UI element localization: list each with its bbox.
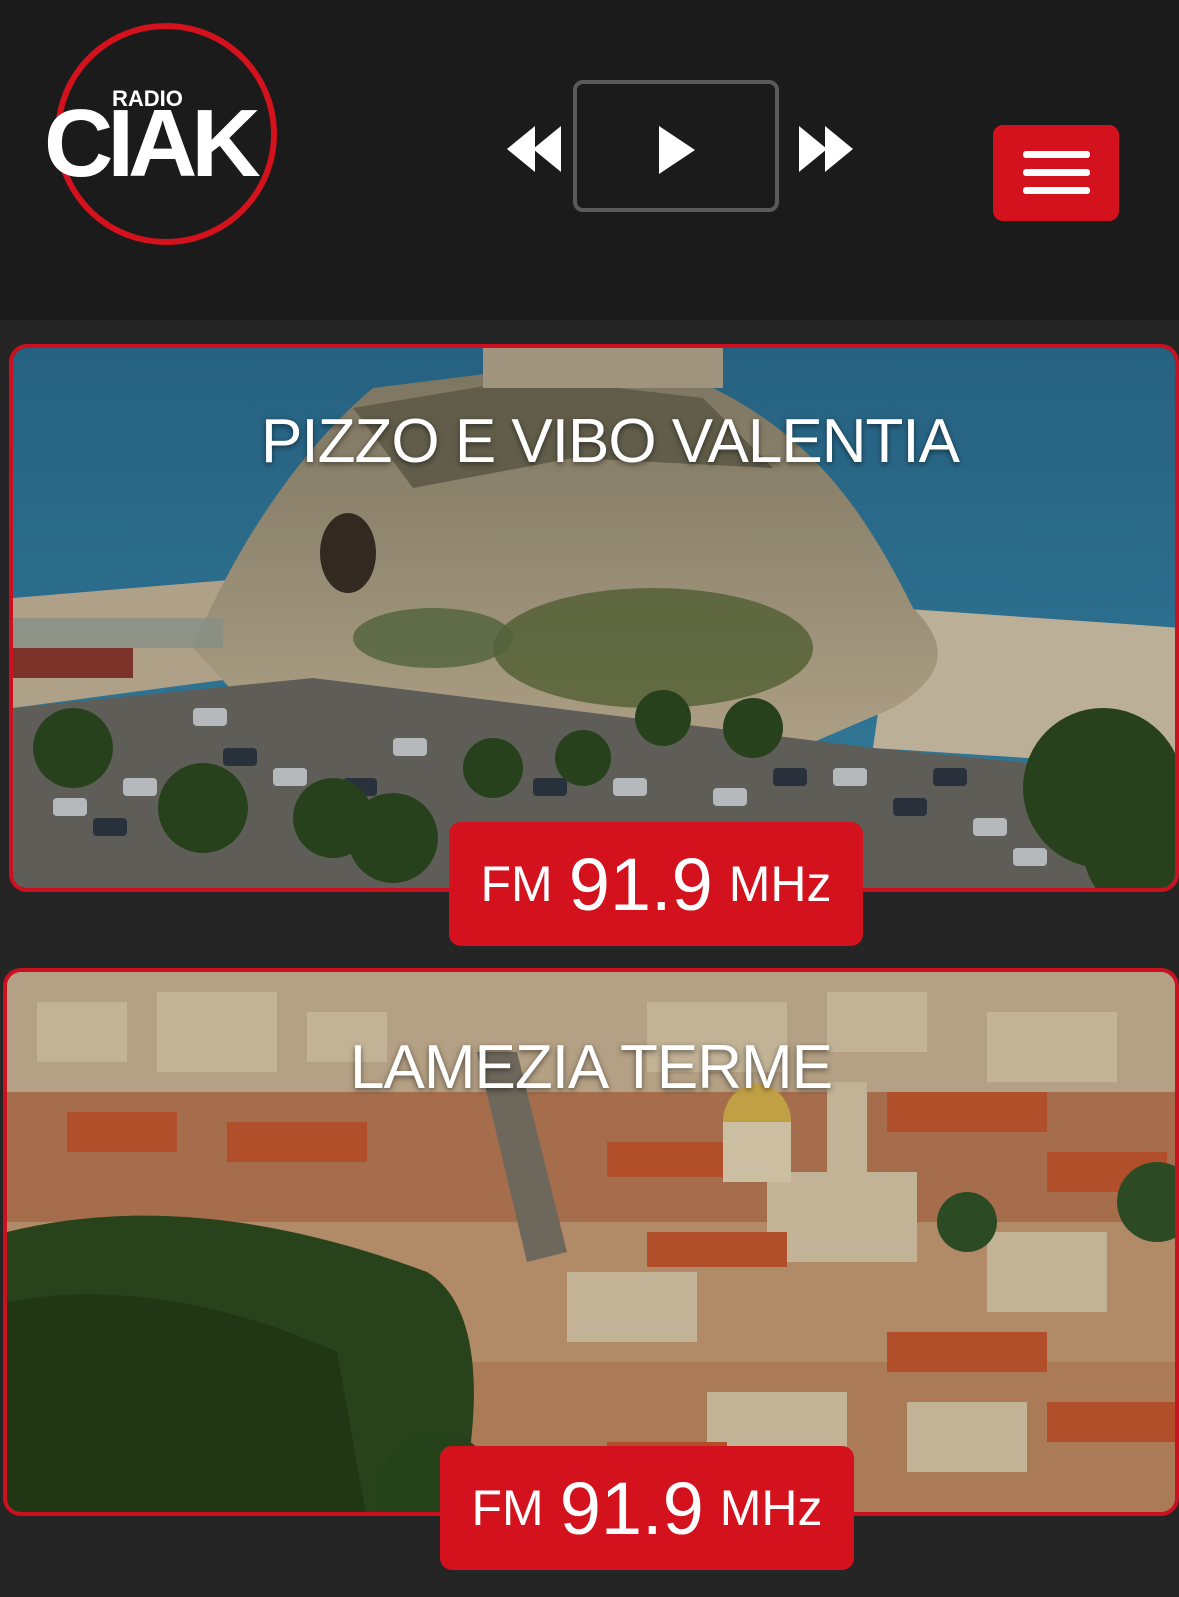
play-button[interactable]: [573, 80, 779, 212]
play-icon: [659, 126, 695, 174]
rewind-icon: [507, 126, 561, 172]
station-name: LAMEZIA TERME: [350, 1033, 833, 1102]
frequency-band: FM: [480, 856, 553, 912]
logo-text-big: CIAK: [44, 90, 260, 197]
menu-button[interactable]: [993, 125, 1119, 221]
next-button[interactable]: [795, 118, 855, 180]
app-header: RADIO CIAK: [0, 0, 1179, 320]
fast-forward-icon: [799, 126, 853, 172]
station-card-pizzo-vibo-valentia[interactable]: PIZZO E VIBO VALENTIA: [9, 344, 1179, 892]
frequency-value: 91.9: [559, 1466, 704, 1550]
frequency-unit: MHz: [728, 856, 832, 912]
station-card-lamezia-terme[interactable]: LAMEZIA TERME: [3, 968, 1179, 1516]
frequency-badge[interactable]: FM 91.9 MHz: [440, 1446, 854, 1570]
frequency-badge[interactable]: FM 91.9 MHz: [449, 822, 863, 946]
frequency-band: FM: [471, 1480, 544, 1536]
frequency-unit: MHz: [719, 1480, 823, 1536]
frequency-value: 91.9: [568, 842, 713, 926]
previous-button[interactable]: [505, 118, 565, 180]
radio-ciak-logo[interactable]: RADIO CIAK: [42, 16, 292, 252]
station-name: PIZZO E VIBO VALENTIA: [261, 407, 960, 476]
